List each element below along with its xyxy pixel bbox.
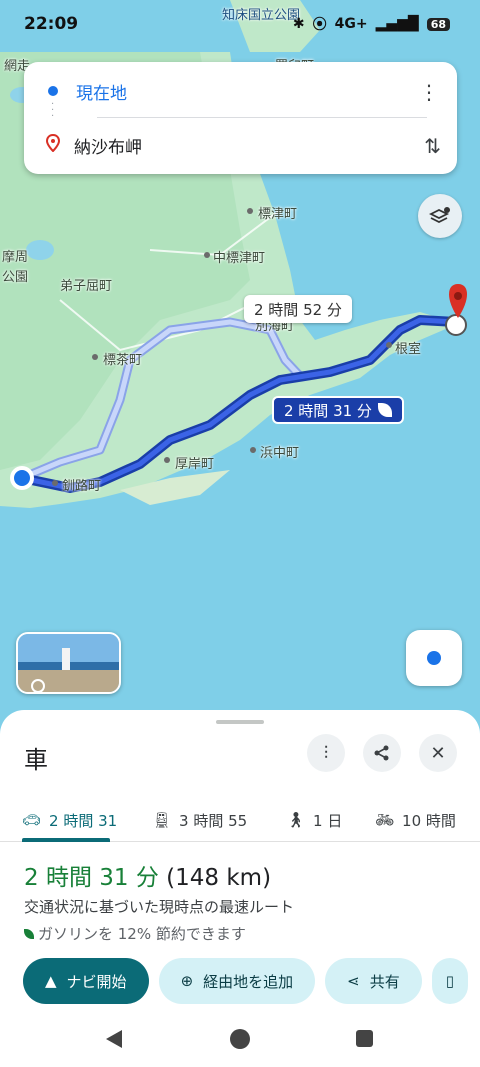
street-view-image [18,634,119,692]
route-duration: 2 時間 31 分 [24,865,159,891]
add-stop-icon: ⊕ [180,972,194,990]
share-button[interactable]: ⋖ 共有 [325,958,422,1004]
layers-icon [429,207,450,224]
action-buttons: ▲ ナビ開始 ⊕ 経由地を追加 ⋖ 共有 ▯ [23,958,469,1004]
battery-icon: 68 [426,17,450,31]
walk-icon: 🚶︎ [286,811,306,829]
bike-icon: 🚲︎ [375,811,395,829]
tab-transit[interactable]: 🚆︎ 3 時間 55 [152,800,247,840]
map-label-nemuro: 根室 [395,342,422,357]
origin-text: 現在地 [76,83,127,104]
alt-route-chip[interactable]: 2 時間 52 分 [244,295,352,323]
share-icon [374,745,389,761]
status-icons: ✱ ⦿ 4G+ ▂▄▆█ 68 [293,14,450,34]
map-label-park-left-1: 摩周 [2,250,29,265]
route-connector-icon: · · · [51,99,55,122]
tab-walk-label: 1 日 [313,811,343,830]
start-navigation-label: ナビ開始 [66,972,127,991]
main-route-chip[interactable]: 2 時間 31 分 [272,396,404,424]
map-label-hamanaka: 浜中町 [260,446,300,461]
eco-leaf-small-icon [24,928,34,939]
add-stop-label: 経由地を追加 [203,972,294,991]
bookmark-icon: ▯ [445,972,455,990]
car-icon: 🚗︎ [22,811,42,829]
share-small-icon: ⋖ [347,972,360,990]
origin-dot-icon [48,86,58,96]
sheet-title: 車 [24,746,48,774]
map-label-kushiro: 釧路町 [62,479,102,494]
save-button[interactable]: ▯ [431,958,469,1004]
tab-car-label: 2 時間 31 [49,811,118,830]
close-button[interactable]: ✕ [419,734,457,772]
my-location-button[interactable] [406,630,462,686]
swap-icon[interactable]: ⇅ [424,134,441,158]
route-card-divider [97,117,427,118]
map-label-teshikaga: 弟子屈町 [60,279,113,294]
tab-bike-label: 10 時間 [402,811,456,830]
close-icon: ✕ [430,742,446,764]
layers-button[interactable] [418,194,462,238]
directions-sheet: 車 ⫶ ✕ 🚗︎ 2 時間 31 🚆︎ 3 時間 55 🚶︎ 1 日 🚲︎ 10… [0,710,480,1015]
tab-transit-label: 3 時間 55 [179,811,248,830]
alt-route-time: 2 時間 52 分 [254,300,342,319]
destination-text: 納沙布岬 [74,137,142,158]
eco-note-text: ガソリンを 12% 節約できます [38,925,246,943]
signal-icon: ▂▄▆█ [375,16,419,32]
navigation-arrow-icon: ▲ [45,972,57,990]
share-icon-button[interactable] [363,734,401,772]
route-distance: (148 km) [166,865,272,891]
status-bar: 22:09 ✱ ⦿ 4G+ ▂▄▆█ 68 [0,0,480,52]
destination-field[interactable]: 納沙布岬 [24,120,457,170]
status-time: 22:09 [24,14,79,34]
destination-pin-icon [45,133,61,156]
map-label-park-left-2: 公園 [2,270,29,285]
add-stop-button[interactable]: ⊕ 経由地を追加 [158,958,316,1004]
map-label-shibetsu: 標津町 [258,207,298,222]
bluetooth-icon: ✱ [292,16,305,32]
route-card: 現在地 · · · 納沙布岬 ⋮ ⇅ [24,62,457,174]
origin-field[interactable]: 現在地 [24,66,457,116]
sliders-icon: ⫶ [323,742,329,764]
route-summary: 2 時間 31 分 (148 km) [24,858,271,892]
start-navigation-button[interactable]: ▲ ナビ開始 [23,958,149,1004]
back-icon[interactable] [106,1030,122,1048]
eco-note: ガソリンを 12% 節約できます [24,923,246,944]
home-icon[interactable] [230,1029,250,1049]
location-icon: ⦿ [312,17,327,33]
route-options-button[interactable]: ⫶ [307,734,345,772]
network-label: 4G+ [334,16,368,32]
eco-leaf-icon [377,403,392,417]
more-options-icon[interactable]: ⋮ [419,80,439,104]
my-location-icon [427,651,441,665]
share-label: 共有 [369,972,400,991]
tab-car[interactable]: 🚗︎ 2 時間 31 [22,800,117,840]
main-route-time: 2 時間 31 分 [284,401,372,420]
map-label-naka-shibetsu: 中標津町 [213,251,266,266]
map-label-shibecha: 標茶町 [103,353,143,368]
sheet-drag-handle[interactable] [216,720,264,724]
street-view-thumbnail[interactable] [16,632,121,694]
train-icon: 🚆︎ [152,811,172,829]
tab-bike[interactable]: 🚲︎ 10 時間 [375,800,456,840]
map-label-akkeshi: 厚岸町 [175,457,215,472]
active-tab-indicator [22,838,110,842]
travel-mode-tabs: 🚗︎ 2 時間 31 🚆︎ 3 時間 55 🚶︎ 1 日 🚲︎ 10 時間 [0,794,480,842]
tab-walk[interactable]: 🚶︎ 1 日 [286,800,342,840]
recent-apps-icon[interactable] [356,1030,373,1047]
system-nav-bar [0,1015,480,1067]
route-description: 交通状況に基づいた現時点の最速ルート [24,898,295,916]
